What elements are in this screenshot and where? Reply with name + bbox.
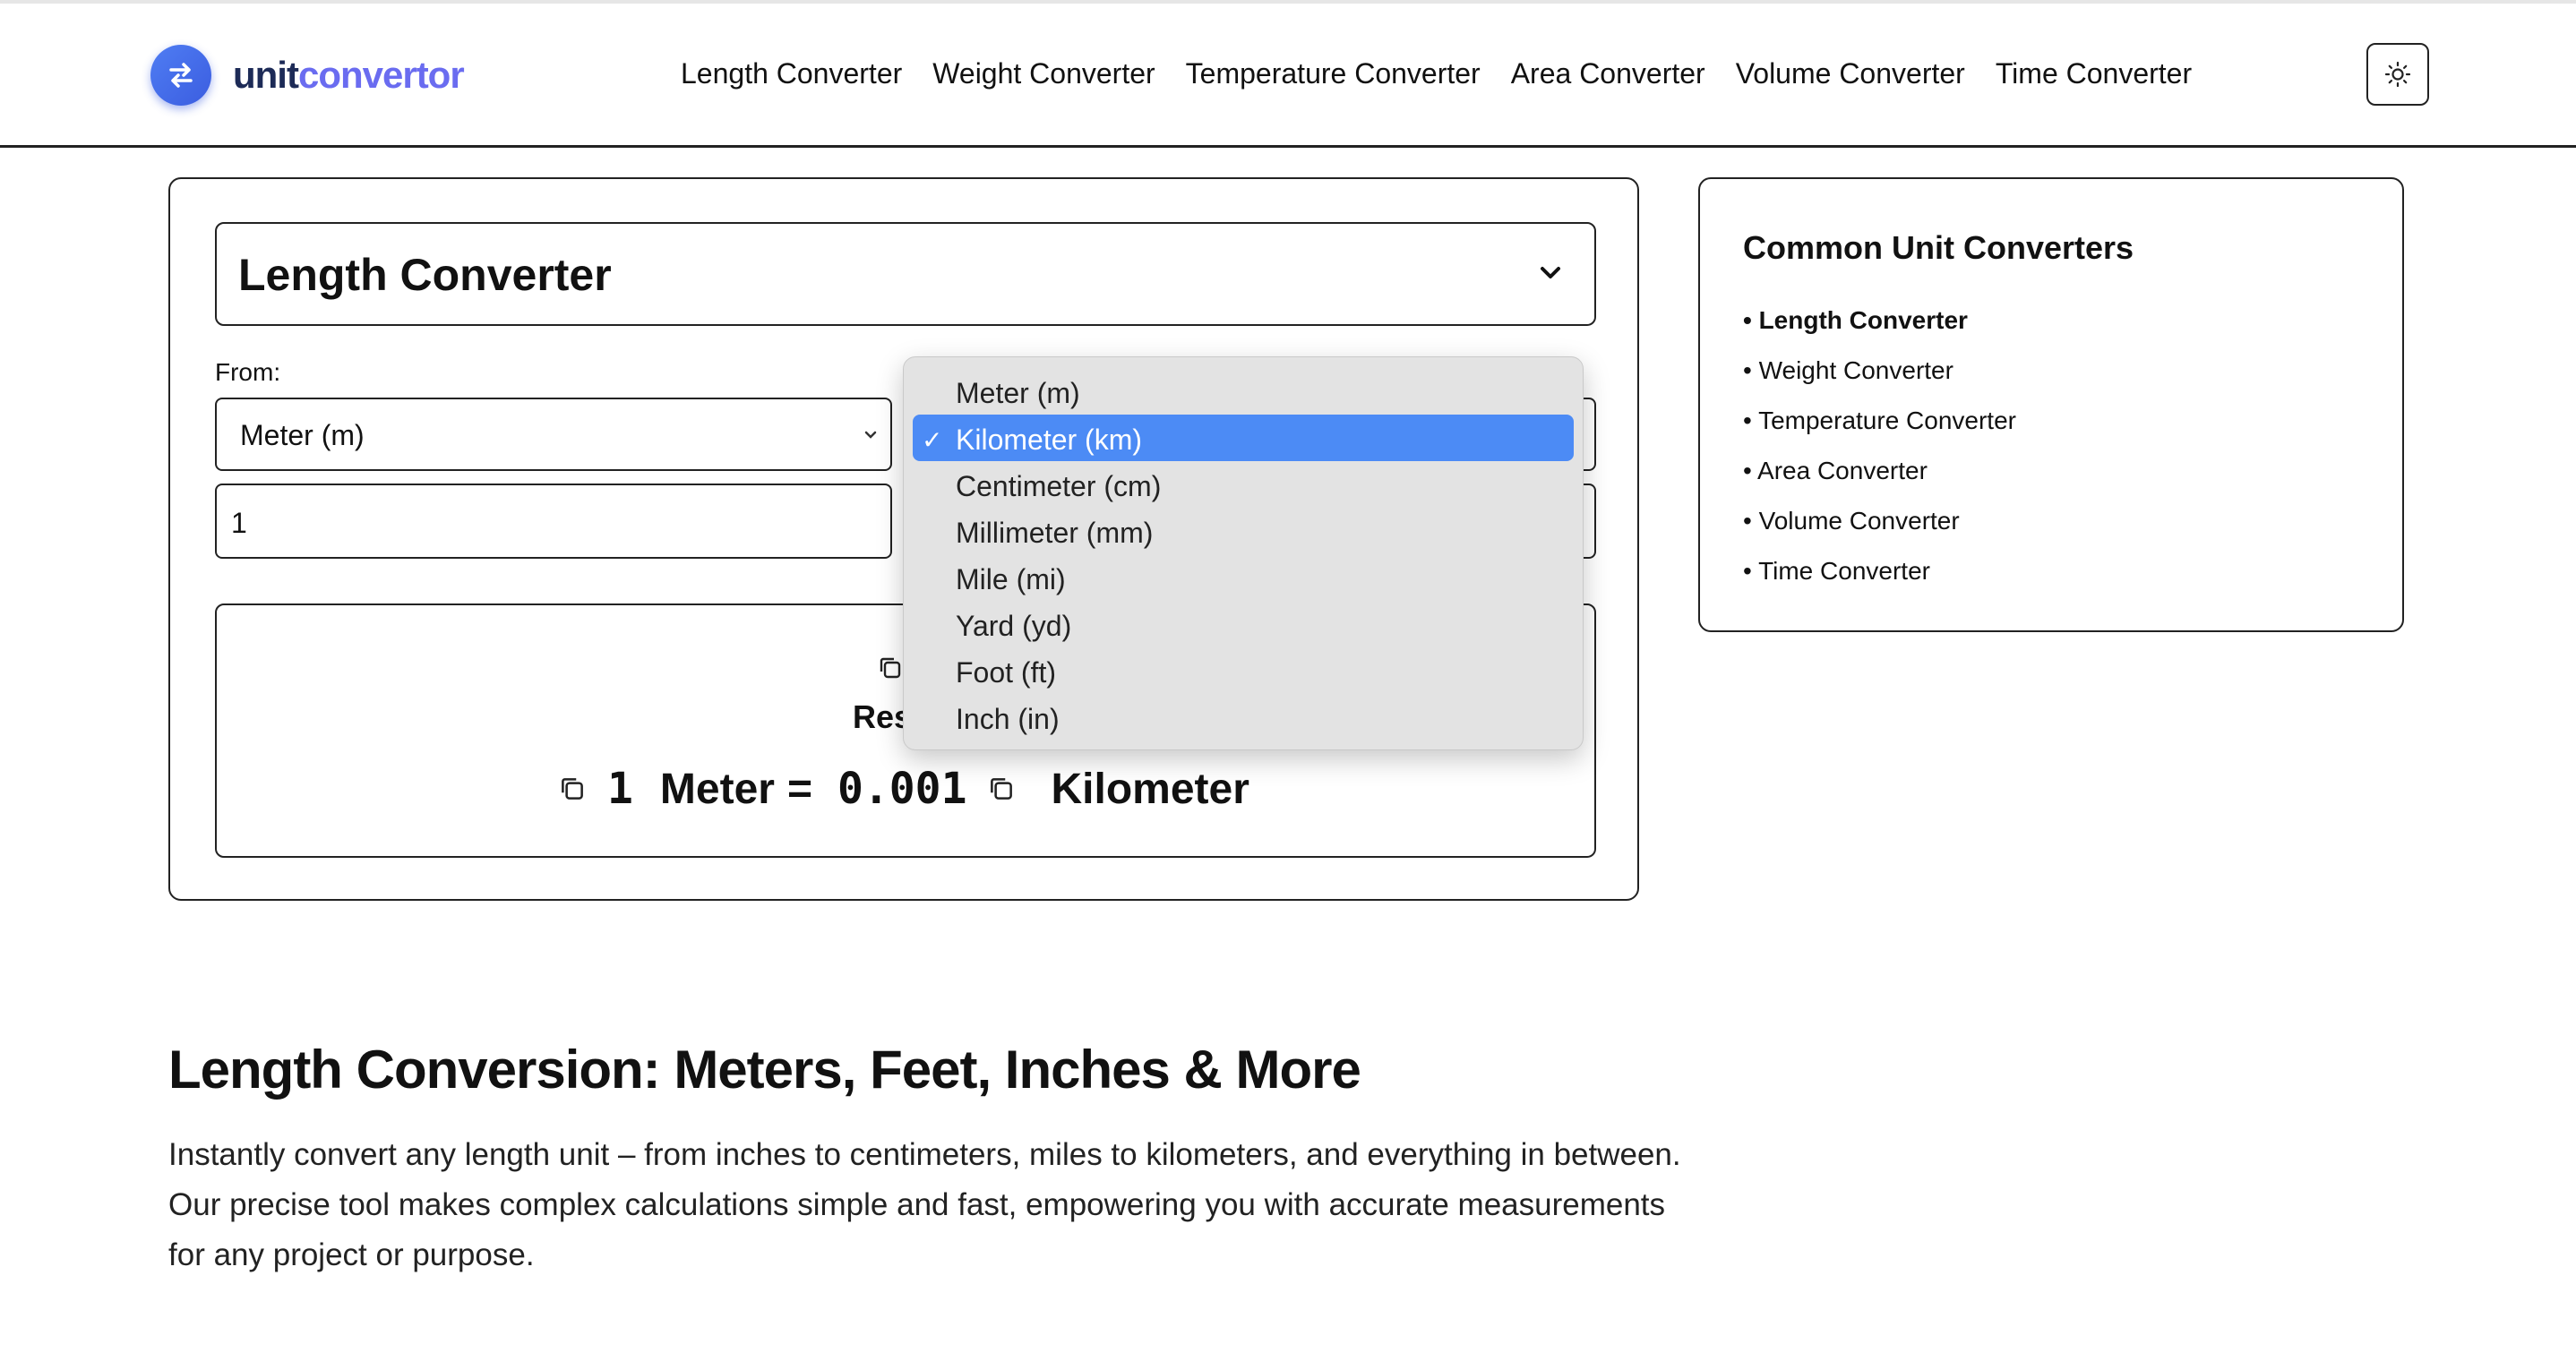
dropdown-option-label: Meter (m) (956, 377, 1080, 409)
sidebar-list: • Length Converter • Weight Converter • … (1743, 303, 2016, 603)
nav-time-converter[interactable]: Time Converter (1996, 57, 2192, 90)
sidebar-item-length[interactable]: • Length Converter (1743, 303, 2016, 353)
sidebar-item-weight[interactable]: • Weight Converter (1743, 353, 2016, 403)
nav-weight-converter[interactable]: Weight Converter (932, 57, 1155, 90)
chevron-down-icon (1541, 267, 1560, 278)
from-value-input[interactable]: 1 (215, 484, 892, 559)
sun-icon (2384, 61, 2411, 88)
nav-temperature-converter[interactable]: Temperature Converter (1186, 57, 1481, 90)
sidebar-item-temperature[interactable]: • Temperature Converter (1743, 403, 2016, 453)
dropdown-option-kilometer[interactable]: ✓ Kilometer (km) (913, 415, 1574, 461)
chevron-down-icon (864, 431, 877, 439)
logo-text-unit: unit (233, 54, 299, 96)
theme-toggle-button[interactable] (2366, 43, 2429, 106)
dropdown-option-label: Yard (yd) (956, 610, 1072, 642)
dropdown-option-meter[interactable]: Meter (m) (913, 368, 1574, 415)
nav-volume-converter[interactable]: Volume Converter (1736, 57, 1965, 90)
dropdown-option-foot[interactable]: Foot (ft) (913, 647, 1574, 694)
sidebar-item-time[interactable]: • Time Converter (1743, 553, 2016, 603)
from-label: From: (215, 358, 281, 386)
checkmark-icon: ✓ (922, 426, 943, 454)
copy-icon[interactable] (986, 774, 1017, 804)
result-to-unit: Kilometer (1051, 765, 1249, 813)
dropdown-option-yard[interactable]: Yard (yd) (913, 601, 1574, 647)
article-description: Instantly convert any length unit – from… (168, 1137, 1681, 1272)
site-header: unitconvertor Length Converter Weight Co… (0, 4, 2576, 148)
dropdown-option-label: Inch (in) (956, 703, 1060, 735)
logo-text-convertor: convertor (297, 54, 465, 96)
nav-area-converter[interactable]: Area Converter (1511, 57, 1705, 90)
result-to-value: 0.001 (837, 764, 967, 814)
from-unit-select[interactable]: Meter (m) (215, 398, 892, 471)
main-nav: Length Converter Weight Converter Temper… (681, 57, 2222, 90)
dropdown-option-label: Centimeter (cm) (956, 470, 1162, 502)
to-unit-dropdown-menu: Meter (m) ✓ Kilometer (km) Centimeter (c… (903, 356, 1584, 750)
nav-length-converter[interactable]: Length Converter (681, 57, 902, 90)
result-equals: = (786, 765, 812, 813)
article-title: Length Conversion: Meters, Feet, Inches … (168, 1040, 1361, 1100)
result-line: 1 Meter = 0.001 Kilometer (557, 758, 1249, 820)
from-value-text: 1 (231, 507, 247, 539)
dropdown-option-centimeter[interactable]: Centimeter (cm) (913, 461, 1574, 508)
result-from-value: 1 (607, 764, 633, 814)
converter-type-value: Length Converter (238, 250, 612, 300)
result-from-unit: Meter (659, 765, 775, 813)
logo[interactable]: unitconvertor (150, 45, 465, 106)
dropdown-option-inch[interactable]: Inch (in) (913, 694, 1574, 740)
dropdown-option-label: Mile (mi) (956, 563, 1066, 595)
common-converters-card: Common Unit Converters • Length Converte… (1698, 177, 2404, 632)
swap-arrows-icon (150, 45, 211, 106)
copy-icon[interactable] (876, 654, 905, 682)
dropdown-option-millimeter[interactable]: Millimeter (mm) (913, 508, 1574, 554)
copy-icon[interactable] (557, 774, 588, 804)
sidebar-item-volume[interactable]: • Volume Converter (1743, 503, 2016, 553)
sidebar-item-area[interactable]: • Area Converter (1743, 453, 2016, 503)
dropdown-option-label: Millimeter (mm) (956, 517, 1154, 549)
dropdown-option-label: Foot (ft) (956, 656, 1057, 689)
converter-type-select[interactable]: Length Converter (215, 222, 1596, 326)
dropdown-option-label: Kilometer (km) (956, 424, 1143, 456)
from-unit-value: Meter (m) (240, 419, 365, 451)
sidebar-title: Common Unit Converters (1743, 229, 2134, 266)
dropdown-option-mile[interactable]: Mile (mi) (913, 554, 1574, 601)
logo-text: unitconvertor (233, 54, 465, 97)
